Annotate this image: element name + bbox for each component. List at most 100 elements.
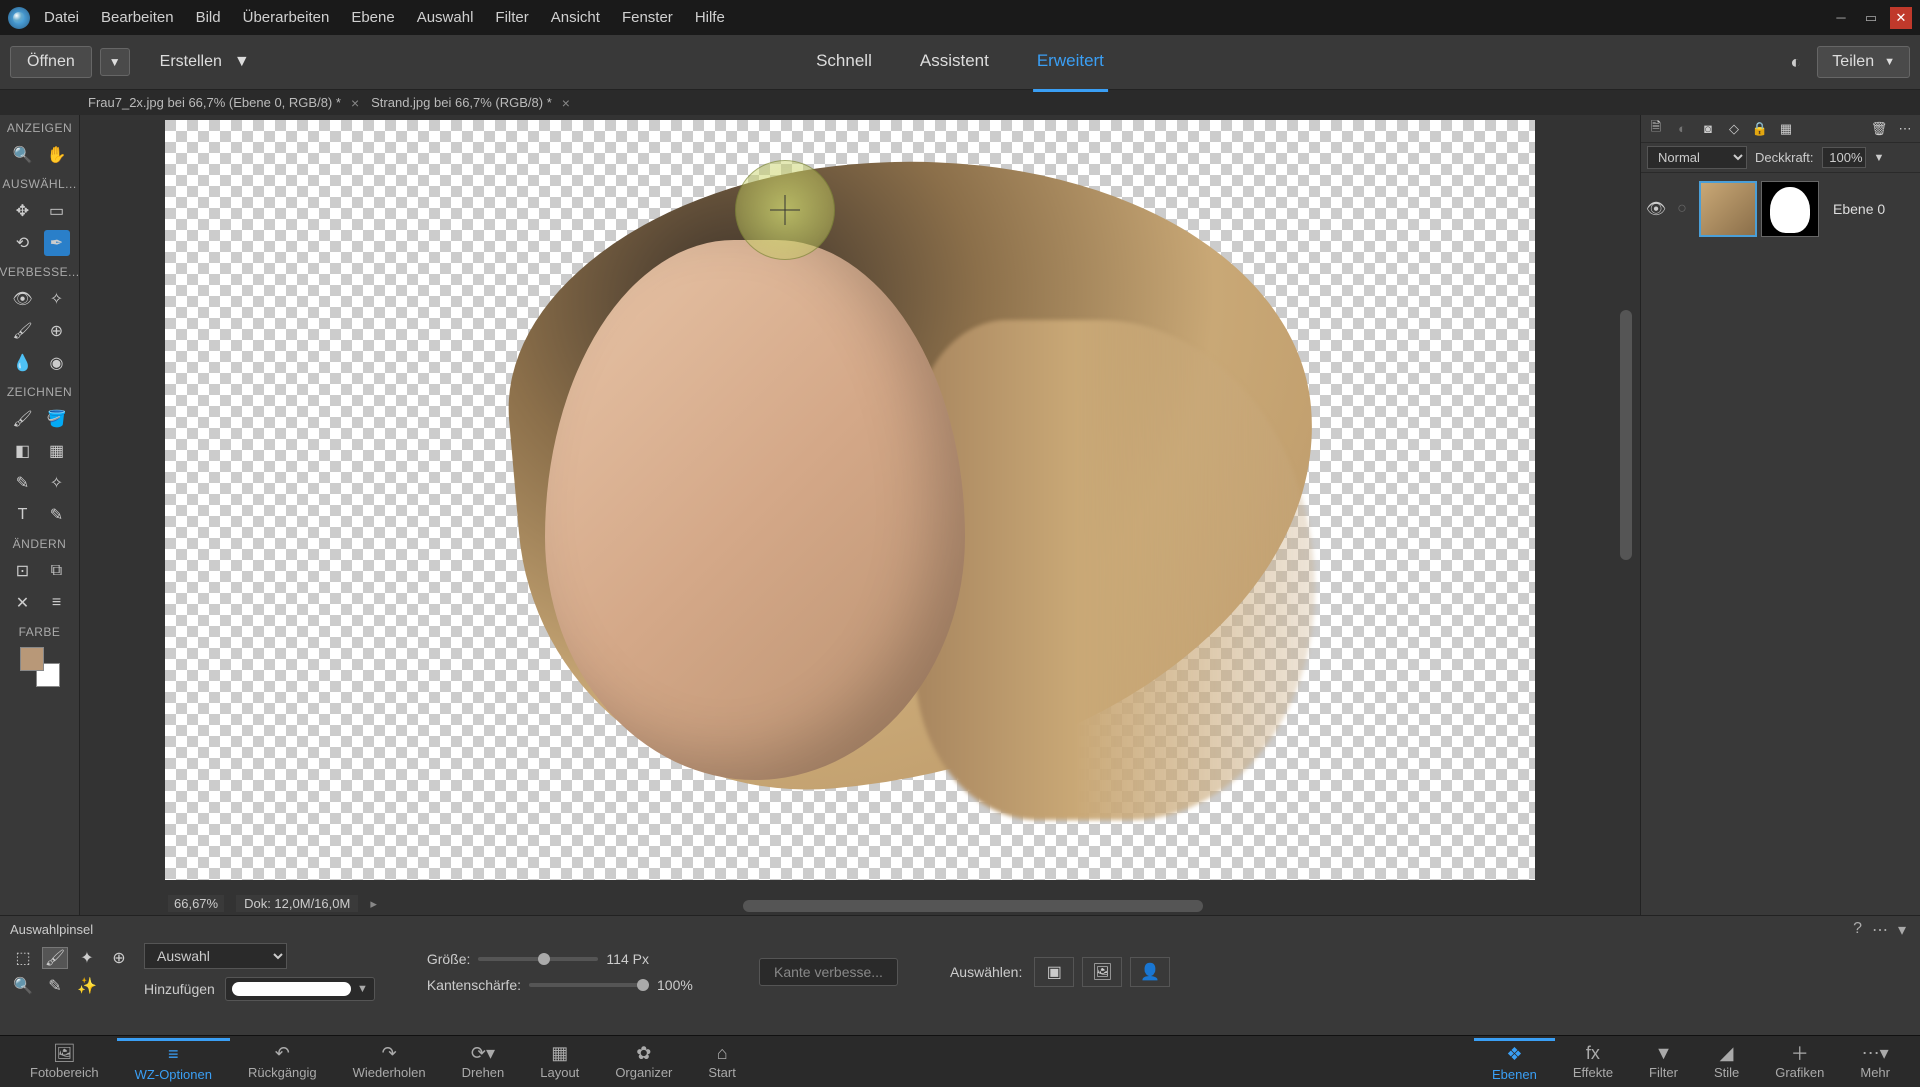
move-tool-icon[interactable]: ✥ xyxy=(10,198,36,224)
opacity-input[interactable] xyxy=(1822,147,1866,168)
open-button[interactable]: Öffnen xyxy=(10,46,92,78)
crop-tool-icon[interactable]: ⊡ xyxy=(10,558,36,584)
delete-layer-icon[interactable]: 🗑 xyxy=(1870,120,1888,138)
layer-row[interactable]: 👁 ○ Ebene 0 xyxy=(1641,173,1920,245)
more-tab-button[interactable]: ⋯▾Mehr xyxy=(1842,1038,1908,1086)
layer-name[interactable]: Ebene 0 xyxy=(1833,201,1885,217)
sponge-tool-icon[interactable]: ◉ xyxy=(44,350,70,376)
create-button[interactable]: Erstellen▼ xyxy=(160,53,250,71)
recompose-tool-icon[interactable]: ⧉ xyxy=(44,558,70,584)
color-swatch[interactable] xyxy=(20,647,60,687)
straighten-tool-icon[interactable]: ≡ xyxy=(44,590,70,616)
info-arrow-icon[interactable]: ▸ xyxy=(370,896,377,912)
panel-menu-icon[interactable]: ⋯ xyxy=(1872,920,1888,940)
menu-file[interactable]: Datei xyxy=(44,9,79,26)
menu-view[interactable]: Ansicht xyxy=(551,9,600,26)
spot-heal-tool-icon[interactable]: ✧ xyxy=(44,286,70,312)
blur-tool-icon[interactable]: 💧 xyxy=(10,350,36,376)
close-icon[interactable]: ✕ xyxy=(1890,7,1912,29)
home-button[interactable]: ⌂Start xyxy=(690,1038,753,1086)
content-aware-tool-icon[interactable]: ✕ xyxy=(10,590,36,616)
foreground-color[interactable] xyxy=(20,647,44,671)
menu-image[interactable]: Bild xyxy=(196,9,221,26)
share-button[interactable]: Teilen▼ xyxy=(1817,46,1910,78)
refine-edge-button[interactable]: Kante verbesse... xyxy=(759,958,898,986)
shape-tool-icon[interactable]: ✧ xyxy=(44,470,70,496)
select-background-icon[interactable]: 🖼 xyxy=(1082,957,1122,987)
selection-refine-icon[interactable]: ⊕ xyxy=(106,947,132,969)
organizer-button[interactable]: ✿Organizer xyxy=(597,1038,690,1086)
effects-tab-button[interactable]: fxEffekte xyxy=(1555,1038,1631,1086)
mode-expert[interactable]: Erweitert xyxy=(1033,33,1108,92)
hardness-slider[interactable] xyxy=(529,983,649,987)
theme-toggle-icon[interactable]: ◐ xyxy=(1790,52,1801,73)
redo-button[interactable]: ↷Wiederholen xyxy=(335,1038,444,1086)
document-tab[interactable]: Strand.jpg bei 66,7% (RGB/8) *× xyxy=(371,95,570,111)
tool-options-button[interactable]: ≡WZ-Optionen xyxy=(117,1038,230,1086)
chevron-down-icon[interactable]: ▼ xyxy=(357,983,368,995)
menu-window[interactable]: Fenster xyxy=(622,9,673,26)
minimize-icon[interactable]: ─ xyxy=(1830,7,1852,29)
paint-bucket-tool-icon[interactable]: 🪣 xyxy=(44,406,70,432)
maximize-icon[interactable]: ▭ xyxy=(1860,7,1882,29)
selection-brush-tool-icon[interactable]: ✒ xyxy=(44,230,70,256)
graphics-tab-button[interactable]: ＋Grafiken xyxy=(1757,1038,1842,1086)
brush-tool-icon[interactable]: 🖌 xyxy=(10,406,36,432)
redeye-tool-icon[interactable]: 👁 xyxy=(10,286,36,312)
layout-button[interactable]: ▦Layout xyxy=(522,1038,597,1086)
menu-select[interactable]: Auswahl xyxy=(417,9,474,26)
menu-filter[interactable]: Filter xyxy=(495,9,528,26)
marquee-tool-icon[interactable]: ▭ xyxy=(44,198,70,224)
adjustment-layer-icon[interactable]: ◐ xyxy=(1673,120,1691,138)
selection-new-icon[interactable]: ⬚ xyxy=(10,947,36,969)
selection-magic-icon[interactable]: ✦ xyxy=(74,947,100,969)
size-slider[interactable] xyxy=(478,957,598,961)
smart-brush-tool-icon[interactable]: 🖌 xyxy=(10,318,36,344)
hand-tool-icon[interactable]: ✋ xyxy=(44,142,70,168)
layer-thumbnail[interactable] xyxy=(1699,181,1757,237)
collapse-icon[interactable]: ▾ xyxy=(1898,920,1906,940)
visibility-toggle-icon[interactable]: 👁 xyxy=(1647,200,1665,218)
zoom-readout[interactable]: 66,67% xyxy=(168,895,224,912)
photobin-button[interactable]: 🖼Fotobereich xyxy=(12,1038,117,1086)
new-layer-icon[interactable]: 🗎 xyxy=(1647,120,1665,138)
selection-brush-icon[interactable]: 🖌 xyxy=(42,947,68,969)
chevron-down-icon[interactable]: ▼ xyxy=(1874,152,1885,164)
select-sky-icon[interactable]: 👤 xyxy=(1130,957,1170,987)
rotate-button[interactable]: ⟳▾Drehen xyxy=(444,1038,523,1086)
close-tab-icon[interactable]: × xyxy=(351,95,359,111)
close-tab-icon[interactable]: × xyxy=(562,95,570,111)
eraser-tool-icon[interactable]: ◧ xyxy=(10,438,36,464)
pen-tool-icon[interactable]: ✎ xyxy=(44,502,70,528)
filters-tab-button[interactable]: ▼Filter xyxy=(1631,1038,1696,1086)
mode-quick[interactable]: Schnell xyxy=(812,33,876,92)
mode-guided[interactable]: Assistent xyxy=(916,33,993,92)
undo-button[interactable]: ↶Rückgängig xyxy=(230,1038,335,1086)
text-tool-icon[interactable]: T xyxy=(10,502,36,528)
zoom-tool-icon[interactable]: 🔍 xyxy=(10,142,36,168)
horizontal-scrollbar[interactable] xyxy=(743,900,1203,912)
vertical-scrollbar[interactable] xyxy=(1620,310,1632,560)
layers-tab-button[interactable]: ❖Ebenen xyxy=(1474,1038,1555,1086)
menu-edit[interactable]: Bearbeiten xyxy=(101,9,174,26)
menu-layer[interactable]: Ebene xyxy=(351,9,394,26)
menu-enhance[interactable]: Überarbeiten xyxy=(243,9,330,26)
selection-wand-icon[interactable]: ✨ xyxy=(74,975,100,997)
select-subject-icon[interactable]: ▣ xyxy=(1034,957,1074,987)
menu-help[interactable]: Hilfe xyxy=(695,9,725,26)
selection-auto-icon[interactable]: 🔍 xyxy=(10,975,36,997)
lock-layer-icon[interactable]: 🔒 xyxy=(1751,120,1769,138)
mode-select[interactable]: Auswahl xyxy=(144,943,287,969)
gradient-tool-icon[interactable]: ▦ xyxy=(44,438,70,464)
help-icon[interactable]: ? xyxy=(1853,920,1862,940)
layer-mask-icon[interactable]: ◙ xyxy=(1699,120,1717,138)
lasso-tool-icon[interactable]: ⟲ xyxy=(10,230,36,256)
brush-preview[interactable]: ▼ xyxy=(225,977,375,1001)
styles-tab-button[interactable]: ◢Stile xyxy=(1696,1038,1757,1086)
layer-options-icon[interactable]: ▦ xyxy=(1777,120,1795,138)
open-dropdown[interactable]: ▼ xyxy=(100,48,130,76)
clone-stamp-tool-icon[interactable]: ⊕ xyxy=(44,318,70,344)
blend-mode-select[interactable]: Normal xyxy=(1647,146,1747,169)
panel-menu-icon[interactable]: ⋯ xyxy=(1896,120,1914,138)
document-canvas[interactable] xyxy=(165,120,1535,880)
